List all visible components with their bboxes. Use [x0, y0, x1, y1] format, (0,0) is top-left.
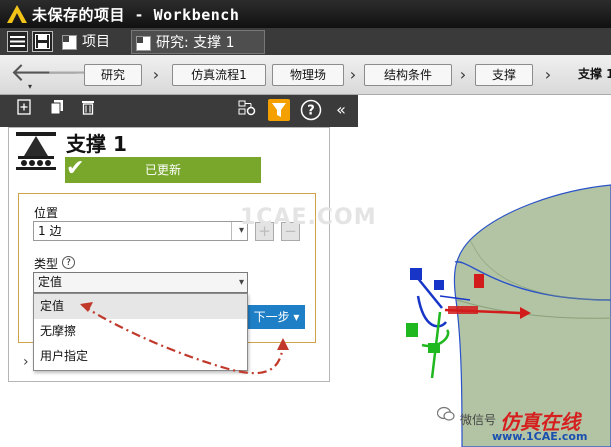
wechat-label: 微信号 [460, 413, 497, 427]
wechat-icon [437, 406, 455, 421]
watermark-text: 1CAE.COM [240, 205, 377, 230]
site-url: www.1CAE.com [492, 430, 588, 443]
